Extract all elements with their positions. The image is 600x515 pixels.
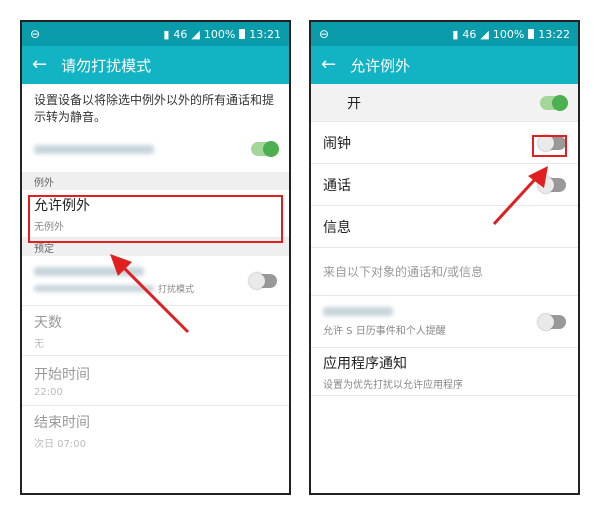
app-notifications-row[interactable]: 应用程序通知 设置为优先打扰以允许应用程序	[311, 348, 578, 396]
calls-toggle[interactable]	[538, 176, 566, 193]
signal-icon: ▮	[163, 27, 170, 41]
end-time-sub: 次日 07:00	[34, 439, 86, 450]
status-time: 13:21	[249, 27, 281, 41]
highlight-box-allow-exceptions	[28, 195, 283, 243]
battery-text: 100%	[492, 27, 525, 41]
start-time-row[interactable]: 开始时间 22:00	[22, 356, 289, 406]
master-row[interactable]: 开	[311, 84, 578, 122]
phone-screen-left: ⊖ ▮ 46 ◢ 100% 13:21 ← 请勿打扰模式 设置设备以将除选中例外…	[20, 20, 291, 495]
master-label: 开	[347, 95, 361, 112]
events-row[interactable]: 允许 S 日历事件和个人提醒	[311, 296, 578, 348]
signal-text: 46	[462, 27, 477, 41]
arrow-left-icon[interactable]: ←	[32, 56, 47, 74]
description-text: 设置设备以将除选中例外以外的所有通话和提示转为静音。	[34, 93, 275, 124]
end-time-row[interactable]: 结束时间 次日 07:00	[22, 406, 289, 456]
days-sub: 无	[34, 338, 44, 350]
from-contacts-label: 来自以下对象的通话和/或信息	[323, 265, 484, 279]
wifi-icon: ◢	[191, 27, 200, 41]
do-not-disturb-icon: ⊖	[319, 27, 330, 41]
wifi-icon: ◢	[480, 27, 489, 41]
events-toggle[interactable]	[538, 313, 566, 330]
page-title: 请勿打扰模式	[61, 56, 152, 75]
start-time-title: 开始时间	[34, 366, 90, 383]
status-bar: ⊖ ▮ 46 ◢ 100% 13:21	[22, 22, 289, 46]
phone-screen-right: ⊖ ▮ 46 ◢ 100% 13:22 ← 允许例外 开 闹钟 通话 信息 来自…	[309, 20, 580, 495]
arrow-left-icon[interactable]: ←	[321, 56, 336, 74]
battery-icon	[239, 29, 246, 39]
do-not-disturb-icon: ⊖	[30, 27, 41, 41]
alarm-label: 闹钟	[323, 135, 351, 152]
scheduled-row[interactable]: 打扰模式	[22, 256, 289, 306]
section-header-exceptions: 例外	[22, 172, 289, 190]
signal-text: 46	[173, 27, 188, 41]
battery-icon	[528, 29, 535, 39]
page-title: 允许例外	[350, 56, 411, 75]
app-notifications-sub: 设置为优先打扰以允许应用程序	[323, 379, 463, 391]
highlight-box-alarm-toggle	[532, 135, 567, 157]
start-time-sub: 22:00	[34, 386, 63, 398]
end-time-title: 结束时间	[34, 415, 90, 431]
scheduled-sub: 打扰模式	[158, 284, 195, 295]
battery-text: 100%	[203, 27, 236, 41]
signal-icon: ▮	[452, 27, 459, 41]
status-time: 13:22	[538, 27, 570, 41]
events-sub: 允许 S 日历事件和个人提醒	[323, 325, 446, 337]
scheduled-toggle[interactable]	[249, 272, 277, 289]
calls-row[interactable]: 通话	[311, 164, 578, 206]
messages-row[interactable]: 信息	[311, 206, 578, 248]
master-toggle[interactable]	[540, 94, 568, 111]
app-bar: ← 请勿打扰模式	[22, 46, 289, 84]
blurred-label	[34, 144, 251, 154]
dnd-master-row[interactable]	[22, 126, 289, 172]
app-bar: ← 允许例外	[311, 46, 578, 84]
messages-label: 信息	[323, 219, 351, 236]
from-contacts-row[interactable]: 来自以下对象的通话和/或信息	[311, 248, 578, 296]
dnd-master-toggle[interactable]	[251, 141, 279, 157]
status-bar: ⊖ ▮ 46 ◢ 100% 13:22	[311, 22, 578, 46]
app-notifications-title: 应用程序通知	[323, 355, 407, 372]
calls-label: 通话	[323, 177, 351, 194]
days-row[interactable]: 天数 无	[22, 306, 289, 356]
days-title: 天数	[34, 314, 62, 331]
